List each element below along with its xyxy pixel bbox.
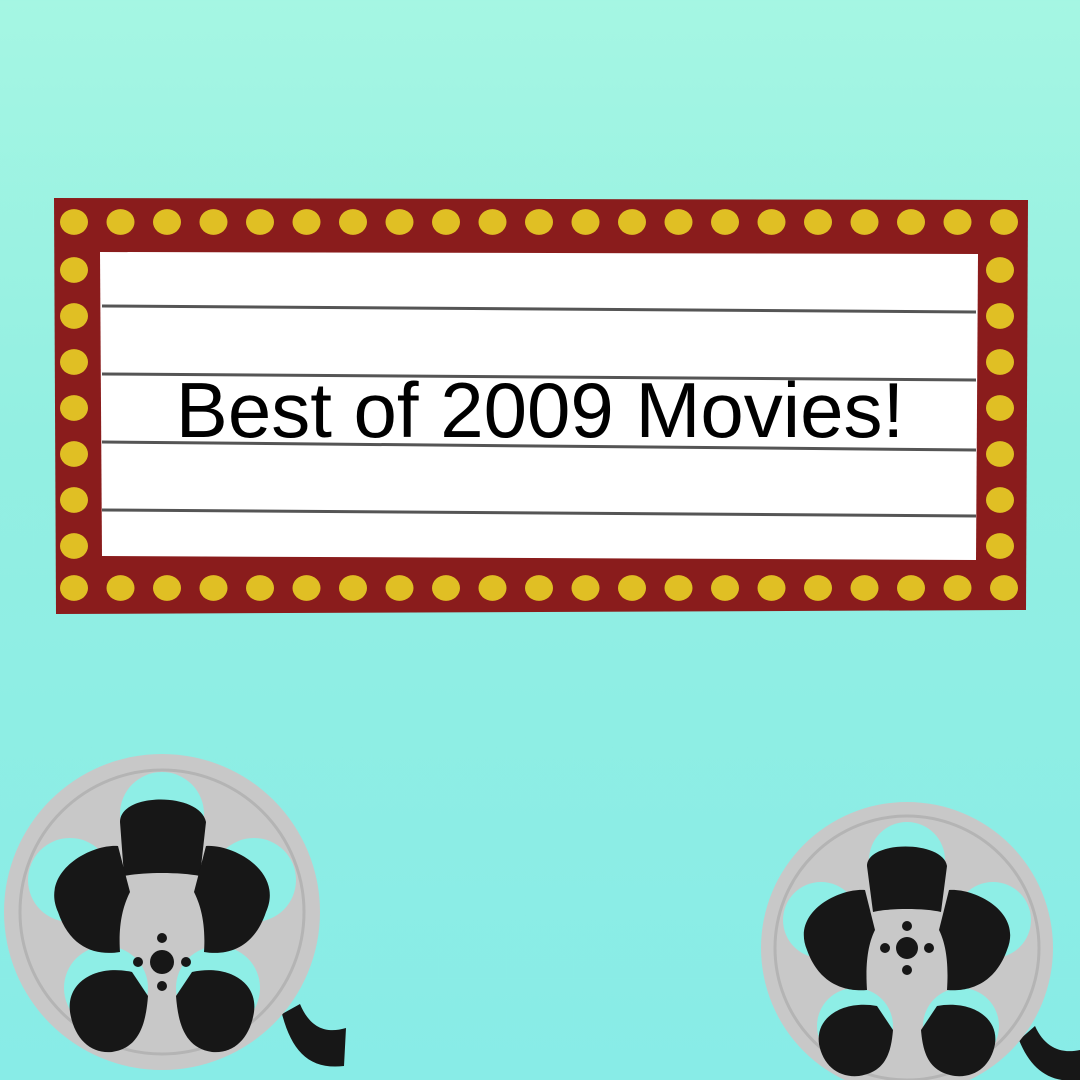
light-bulb-icon <box>618 575 646 601</box>
light-bulb-icon <box>339 575 367 601</box>
light-bulb-icon <box>757 209 786 235</box>
light-bulb-icon <box>986 257 1014 283</box>
light-bulb-icon <box>106 575 135 601</box>
light-bulb-icon <box>711 209 739 235</box>
light-bulb-icon <box>943 209 972 235</box>
light-bulb-icon <box>986 441 1014 467</box>
light-bulb-icon <box>60 257 88 283</box>
light-bulb-icon <box>850 209 879 235</box>
light-bulb-icon <box>804 575 832 601</box>
light-bulb-icon <box>385 575 414 601</box>
light-bulb-icon <box>432 209 460 235</box>
light-bulb-icon <box>986 349 1014 375</box>
light-bulb-icon <box>432 575 460 601</box>
light-bulb-icon <box>897 575 925 601</box>
light-bulb-icon <box>897 209 925 235</box>
light-bulb-icon <box>339 209 367 235</box>
light-bulb-icon <box>60 349 88 375</box>
light-bulb-icon <box>525 209 553 235</box>
light-bulb-icon <box>986 303 1014 329</box>
light-bulb-icon <box>153 209 181 235</box>
light-bulb-icon <box>804 209 832 235</box>
light-bulb-icon <box>943 575 972 601</box>
light-bulb-icon <box>618 209 646 235</box>
light-bulb-icon <box>711 575 739 601</box>
light-bulb-icon <box>60 303 88 329</box>
light-bulb-icon <box>525 575 553 601</box>
film-reel-icon <box>755 800 1080 1080</box>
light-bulb-icon <box>990 209 1018 235</box>
light-bulb-icon <box>986 395 1014 421</box>
light-bulb-icon <box>60 487 88 513</box>
light-bulb-icon <box>60 575 88 601</box>
light-bulb-icon <box>478 575 507 601</box>
light-bulb-icon <box>664 209 693 235</box>
light-bulb-icon <box>385 209 414 235</box>
light-bulb-icon <box>757 575 786 601</box>
light-bulb-icon <box>246 575 274 601</box>
light-bulb-icon <box>153 575 181 601</box>
light-bulb-icon <box>292 209 321 235</box>
light-bulb-icon <box>106 209 135 235</box>
light-bulb-icon <box>60 441 88 467</box>
marquee-graphic: { "marquee": { "title": "Best of 2009 Mo… <box>0 0 1080 1080</box>
light-bulb-icon <box>199 575 228 601</box>
light-bulb-icon <box>478 209 507 235</box>
light-bulb-icon <box>60 209 88 235</box>
light-bulb-icon <box>986 487 1014 513</box>
light-bulb-icon <box>60 395 88 421</box>
light-bulb-icon <box>571 209 600 235</box>
light-bulb-icon <box>571 575 600 601</box>
light-bulb-icon <box>292 575 321 601</box>
marquee-title: Best of 2009 Movies! <box>175 366 905 454</box>
film-strip <box>1019 1026 1080 1080</box>
light-bulb-icon <box>664 575 693 601</box>
light-bulb-icon <box>246 209 274 235</box>
light-bulb-icon <box>199 209 228 235</box>
film-strip <box>282 1004 346 1067</box>
film-reel-icon <box>0 752 360 1080</box>
light-bulb-icon <box>850 575 879 601</box>
light-bulb-icon <box>990 575 1018 601</box>
light-bulb-icon <box>986 533 1014 559</box>
light-bulb-icon <box>60 533 88 559</box>
